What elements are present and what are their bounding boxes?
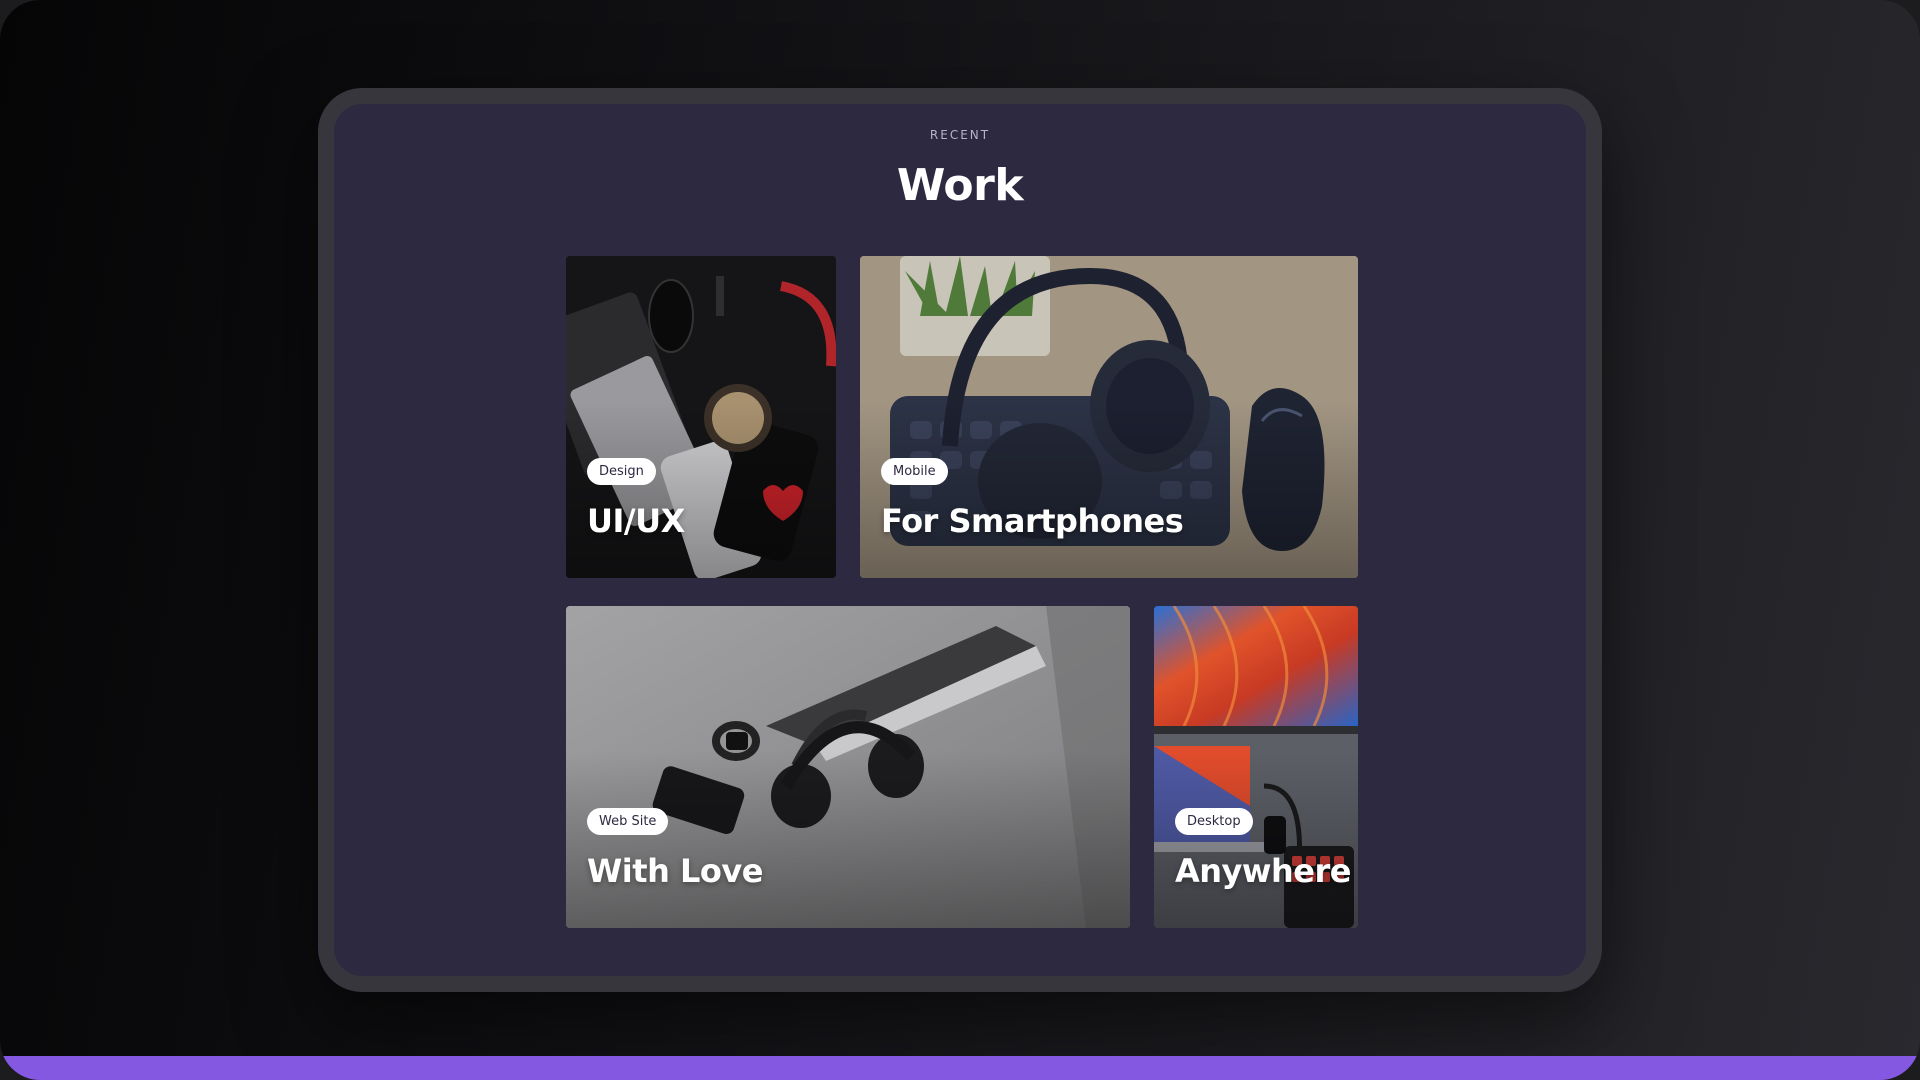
section-eyebrow: RECENT — [929, 128, 991, 142]
card-title: With Love — [587, 852, 763, 890]
card-title: UI/UX — [587, 502, 685, 540]
category-badge: Design — [587, 458, 656, 485]
work-card-smartphones[interactable]: Mobile For Smartphones — [860, 256, 1358, 578]
bottom-accent-bar — [0, 1056, 1920, 1080]
card-title: For Smartphones — [881, 502, 1184, 540]
card-title: Anywhere — [1175, 852, 1351, 890]
tablet-frame: RECENT Work Design UI/UX Mobile For Smar… — [318, 88, 1602, 992]
tablet-screen: RECENT Work Design UI/UX Mobile For Smar… — [334, 104, 1586, 976]
work-card-desktop[interactable]: Desktop Anywhere — [1154, 606, 1358, 928]
category-badge: Mobile — [881, 458, 948, 485]
category-badge: Desktop — [1175, 808, 1253, 835]
category-badge: Web Site — [587, 808, 669, 835]
section-title: Work — [896, 160, 1024, 211]
work-card-uiux[interactable]: Design UI/UX — [566, 256, 836, 578]
work-card-website[interactable]: Web Site With Love — [566, 606, 1130, 928]
desktop-background: RECENT Work Design UI/UX Mobile For Smar… — [0, 0, 1920, 1080]
